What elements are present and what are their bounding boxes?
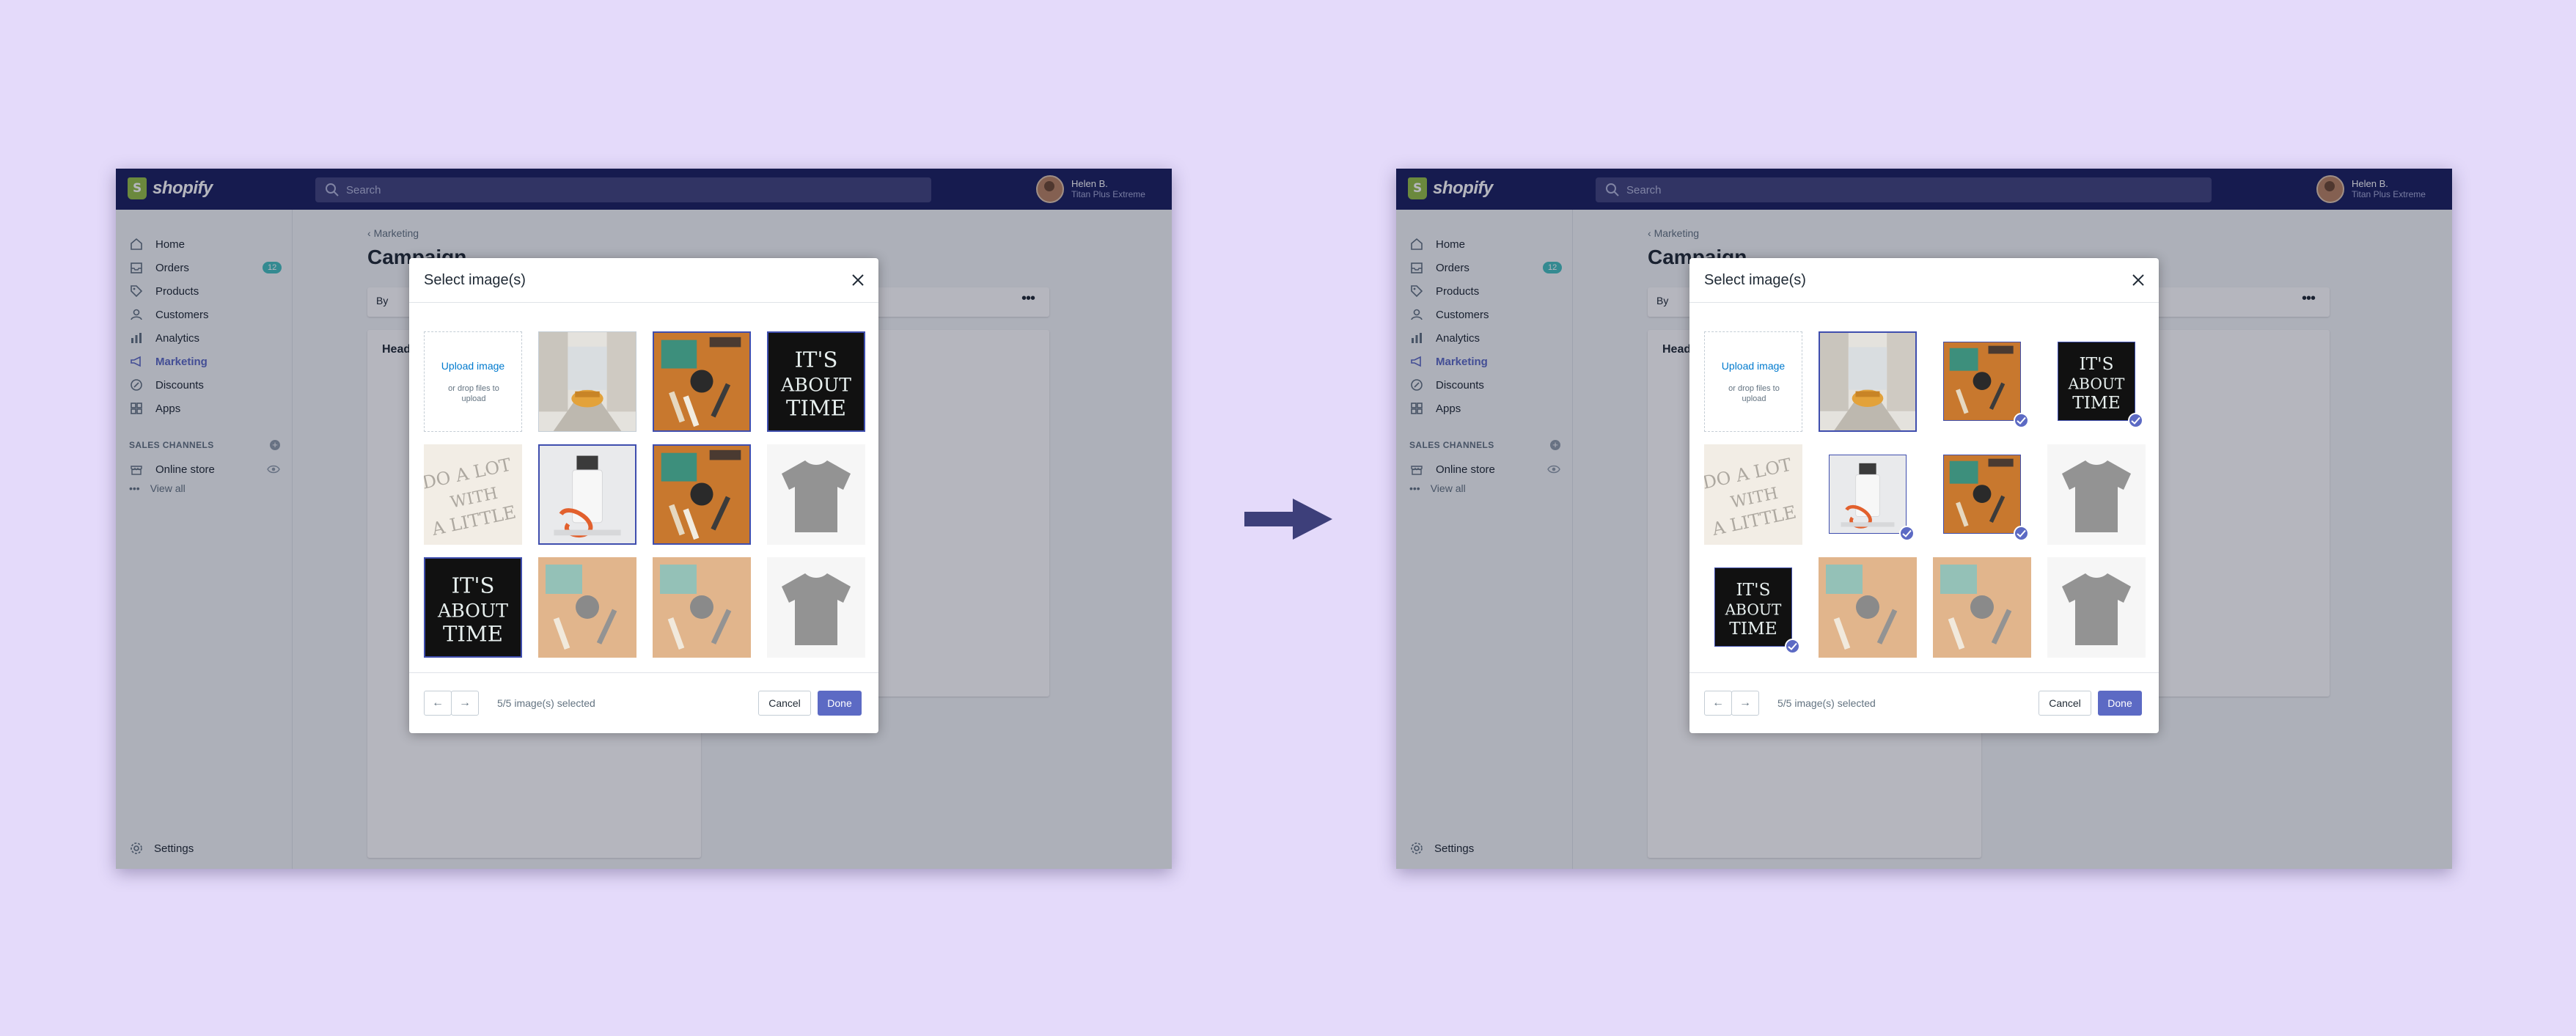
checkmark-icon[interactable] (2014, 526, 2029, 541)
image-tile-desk-tools[interactable] (1943, 342, 2021, 421)
cancel-button[interactable]: Cancel (758, 691, 811, 716)
desk-tools-image (1944, 342, 2020, 420)
image-tile-street-car[interactable] (1819, 331, 1917, 432)
disabled-overlay (424, 444, 522, 545)
image-tile-desk-tools-4[interactable] (1933, 557, 2031, 658)
checkmark-icon[interactable] (2128, 413, 2143, 428)
image-tile-tshirt-1[interactable] (2047, 444, 2146, 545)
selection-count: 5/5 image(s) selected (1777, 697, 1876, 709)
image-tile-desk-tools-3[interactable] (538, 557, 636, 658)
svg-text:TIME: TIME (2072, 393, 2121, 413)
disabled-overlay (1704, 444, 1802, 545)
upload-image-link[interactable]: Upload image (1705, 360, 1802, 372)
street-car-image (539, 332, 636, 431)
upload-hint: or drop files to upload (448, 384, 499, 403)
image-tile-its-about-time-2[interactable]: IT'S ABOUT TIME (424, 557, 522, 658)
select-images-modal: Select image(s) Upload image or drop fil… (409, 258, 878, 733)
desk-tools-image (1944, 455, 2020, 533)
its-about-time-image: IT'SABOUTTIME (1715, 568, 1791, 646)
checkmark-icon[interactable] (2014, 413, 2029, 428)
done-button[interactable]: Done (2098, 691, 2142, 716)
modal-title: Select image(s) (1704, 272, 1806, 288)
disabled-overlay (1933, 557, 2031, 658)
svg-text:IT'S: IT'S (452, 573, 495, 598)
checkmark-icon[interactable] (1785, 639, 1800, 654)
image-tile-do-a-lot[interactable]: DO A LOT WITH A LITTLE (1704, 444, 1802, 545)
image-tile-its-about-time-2[interactable]: IT'S ABOUT TIME (1714, 567, 1792, 647)
divider (409, 302, 878, 303)
upload-image-link[interactable]: Upload image (425, 360, 521, 372)
image-tile-desk-tools-2[interactable] (1943, 455, 2021, 534)
upload-hint: or drop files to upload (1728, 384, 1780, 403)
modal-title: Select image(s) (424, 272, 526, 288)
svg-text:ABOUT: ABOUT (437, 600, 508, 622)
image-tile-its-about-time-1[interactable]: IT'S ABOUT TIME (2058, 342, 2135, 421)
upload-dropzone[interactable]: Upload image or drop files to upload (424, 331, 522, 432)
svg-text:IT'S: IT'S (2079, 354, 2113, 374)
image-tile-street-car[interactable] (538, 331, 636, 432)
image-tile-desk-tools-3[interactable] (1819, 557, 1917, 658)
select-images-modal: Select image(s) Upload image or drop fil… (1689, 258, 2159, 733)
cancel-button[interactable]: Cancel (2039, 691, 2091, 716)
its-about-time-image: IT'SABOUTTIME (2058, 342, 2135, 420)
arrow-left-icon: ← (1712, 697, 1724, 709)
divider (1689, 672, 2159, 673)
next-page-button[interactable]: → (1731, 691, 1759, 716)
image-tile-serum-bottle[interactable] (1829, 455, 1907, 534)
arrow-right-icon (1244, 499, 1332, 540)
street-car-image (1820, 333, 1915, 430)
checkmark-icon[interactable] (1899, 526, 1915, 541)
done-button[interactable]: Done (818, 691, 862, 716)
desk-tools-image (654, 446, 749, 543)
arrow-right-icon: → (1739, 697, 1751, 709)
serum-bottle-image (1830, 455, 1906, 533)
image-tile-serum-bottle[interactable] (538, 444, 636, 545)
close-icon[interactable] (849, 271, 867, 289)
upload-dropzone[interactable]: Upload image or drop files to upload (1704, 331, 1802, 432)
image-tile-tshirt-2[interactable] (2047, 557, 2146, 658)
image-tile-desk-tools-4[interactable] (653, 557, 751, 658)
disabled-overlay (767, 557, 865, 658)
arrow-left-icon: ← (432, 697, 444, 709)
svg-text:TIME: TIME (1729, 619, 1777, 639)
svg-text:ABOUT: ABOUT (2068, 375, 2125, 392)
close-icon[interactable] (2129, 271, 2147, 289)
previous-page-button[interactable]: ← (424, 691, 452, 716)
image-tile-do-a-lot[interactable]: DO A LOT WITH A LITTLE (424, 444, 522, 545)
arrow-right-icon: → (459, 697, 471, 709)
image-tile-desk-tools[interactable] (653, 331, 751, 432)
disabled-overlay (767, 444, 865, 545)
image-tile-desk-tools-2[interactable] (653, 444, 751, 545)
svg-text:ABOUT: ABOUT (1725, 600, 1782, 618)
disabled-overlay (2047, 557, 2146, 658)
svg-text:ABOUT: ABOUT (780, 375, 851, 396)
serum-bottle-image (540, 446, 635, 543)
admin-window-after: shopify Search Helen B. Titan Plus Extre… (1396, 169, 2452, 869)
admin-window-before: shopify Search Helen B. Titan Plus Extre… (116, 169, 1172, 869)
svg-text:IT'S: IT'S (1736, 580, 1770, 600)
disabled-overlay (2047, 444, 2146, 545)
image-tile-tshirt-1[interactable] (767, 444, 865, 545)
previous-page-button[interactable]: ← (1704, 691, 1732, 716)
disabled-overlay (538, 557, 636, 658)
its-about-time-image: IT'S ABOUTTIME (768, 333, 864, 430)
svg-text:TIME: TIME (786, 396, 846, 421)
selection-count: 5/5 image(s) selected (497, 697, 595, 709)
svg-text:TIME: TIME (443, 622, 503, 647)
svg-text:IT'S: IT'S (795, 348, 838, 372)
image-tile-its-about-time-1[interactable]: IT'S ABOUT TIME (767, 331, 865, 432)
desk-tools-image (654, 333, 749, 430)
divider (1689, 302, 2159, 303)
next-page-button[interactable]: → (451, 691, 479, 716)
its-about-time-image: IT'SABOUTTIME (425, 559, 521, 656)
disabled-overlay (653, 557, 751, 658)
disabled-overlay (1819, 557, 1917, 658)
divider (409, 672, 878, 673)
image-tile-tshirt-2[interactable] (767, 557, 865, 658)
